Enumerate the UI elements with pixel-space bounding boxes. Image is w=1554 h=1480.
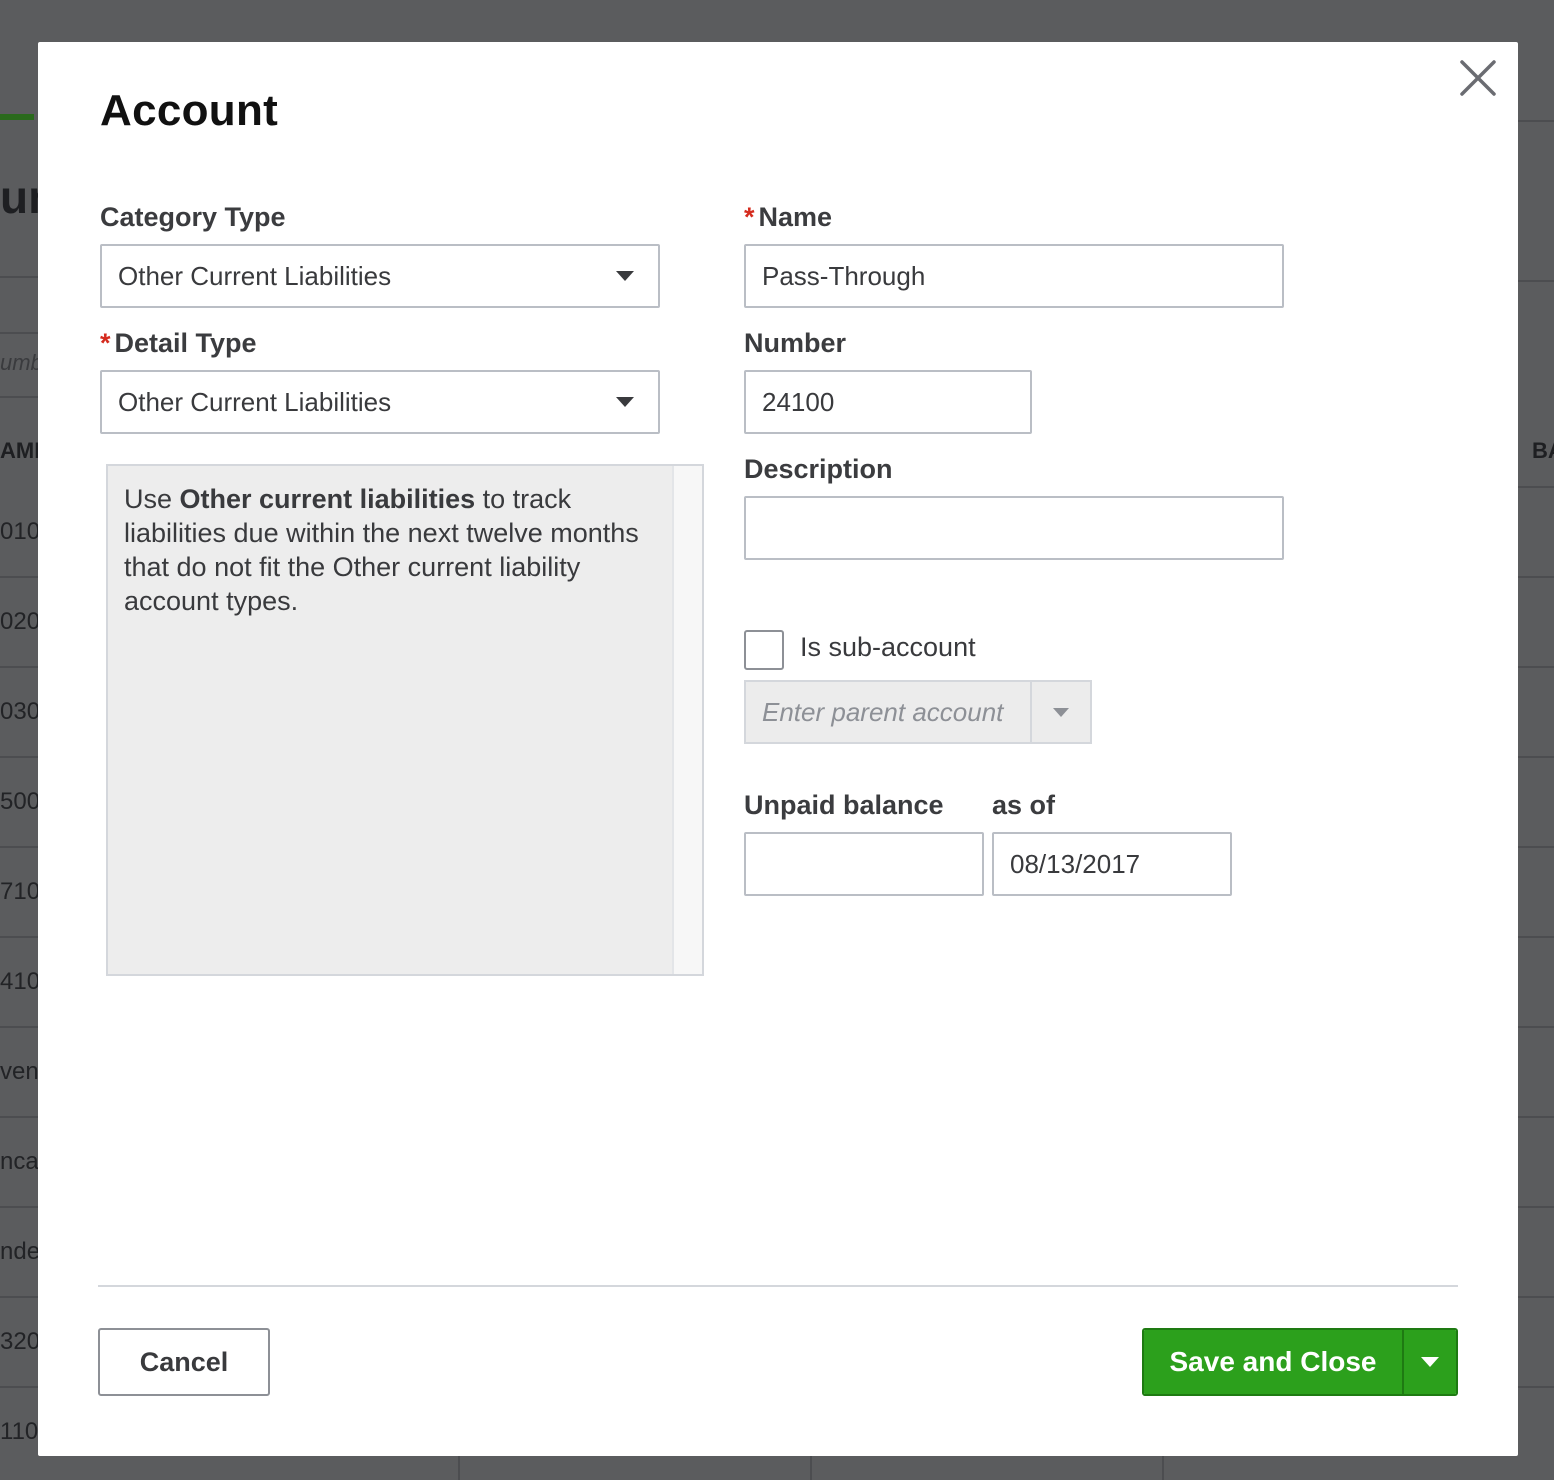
background-table-cell: 010 <box>0 518 38 545</box>
background-row-divider <box>1518 1026 1554 1028</box>
background-column-header-balance: BA <box>1532 438 1554 463</box>
as-of-date-input[interactable]: 08/13/2017 <box>992 832 1232 896</box>
sub-account-label: Is sub-account <box>800 632 976 662</box>
background-page-heading: un <box>0 171 38 223</box>
background-table-cell: nde <box>0 1238 38 1265</box>
number-input-value: 24100 <box>762 386 835 417</box>
unpaid-balance-input[interactable] <box>744 832 984 896</box>
account-dialog: Account Category Type Other Current Liab… <box>38 42 1518 1456</box>
background-table-cell: 320 <box>0 1328 38 1355</box>
number-input[interactable]: 24100 <box>744 370 1032 434</box>
required-asterisk: * <box>100 328 111 358</box>
parent-account-combobox[interactable]: Enter parent account <box>744 680 1092 744</box>
required-asterisk: * <box>744 202 755 232</box>
footer-divider <box>98 1285 1458 1287</box>
background-row-divider <box>1518 486 1554 488</box>
description-label: Description <box>744 454 893 484</box>
background-row-divider <box>0 1116 38 1118</box>
background-divider <box>1518 120 1554 122</box>
detail-type-label: * Detail Type <box>100 328 257 359</box>
background-row-divider <box>1518 666 1554 668</box>
close-icon <box>1460 60 1496 96</box>
background-row-divider <box>1518 846 1554 848</box>
background-row-divider <box>0 756 38 758</box>
unpaid-balance-label: Unpaid balance <box>744 790 944 820</box>
background-row-divider <box>0 1026 38 1028</box>
background-divider <box>0 276 38 278</box>
background-row-divider <box>1518 936 1554 938</box>
name-label-text: Name <box>758 202 833 232</box>
background-column-divider <box>1162 1456 1164 1480</box>
background-search-placeholder: umb <box>0 350 38 375</box>
category-type-value: Other Current Liabilities <box>118 260 392 291</box>
sub-account-checkbox[interactable] <box>744 630 784 670</box>
help-text-prefix: Use <box>124 484 180 514</box>
background-table-cell: 030 <box>0 698 38 725</box>
number-label: Number <box>744 328 847 358</box>
category-type-label: Category Type <box>100 202 286 232</box>
background-active-tab-indicator <box>0 114 34 120</box>
background-row-divider <box>1518 756 1554 758</box>
name-input-value: Pass-Through <box>762 260 926 291</box>
background-row-divider <box>1518 1116 1554 1118</box>
background-row-divider <box>0 1386 38 1388</box>
cancel-button[interactable]: Cancel <box>98 1328 270 1396</box>
background-row-divider <box>1518 1386 1554 1388</box>
background-row-divider <box>0 576 38 578</box>
background-divider <box>0 396 38 398</box>
background-table-cell: ven <box>0 1058 38 1085</box>
save-options-dropdown-button[interactable] <box>1402 1330 1456 1394</box>
background-row-divider <box>0 1296 38 1298</box>
as-of-label: as of <box>992 790 1056 820</box>
detail-type-description: Use Other current liabilities to track l… <box>124 482 664 618</box>
description-input[interactable] <box>744 496 1284 560</box>
scrollbar[interactable] <box>672 466 702 974</box>
background-row-divider <box>1518 1206 1554 1208</box>
background-row-divider <box>1518 576 1554 578</box>
name-input[interactable]: Pass-Through <box>744 244 1284 308</box>
save-button-group: Save and Close <box>1142 1328 1458 1396</box>
name-label: * Name <box>744 202 832 233</box>
background-row-divider <box>0 936 38 938</box>
parent-account-input[interactable]: Enter parent account <box>746 682 1030 742</box>
background-table-cell: 710 <box>0 878 38 905</box>
chevron-down-icon <box>616 271 634 281</box>
background-table-cell: ncat <box>0 1148 38 1175</box>
dialog-title: Account <box>100 86 279 135</box>
background-row-divider <box>1518 1296 1554 1298</box>
background-table-cell: 410 <box>0 968 38 995</box>
detail-type-select[interactable]: Other Current Liabilities <box>100 370 660 434</box>
background-column-divider <box>810 1456 812 1480</box>
close-button[interactable] <box>1458 58 1498 98</box>
detail-type-label-text: Detail Type <box>114 328 257 358</box>
help-text-bold: Other current liabilities <box>179 484 476 514</box>
background-table-cell: 110 <box>0 1418 38 1445</box>
background-table-cell: 020 <box>0 608 38 635</box>
chevron-down-icon <box>1421 1357 1439 1367</box>
detail-type-value: Other Current Liabilities <box>118 386 392 417</box>
background-divider <box>0 332 38 334</box>
category-type-select[interactable]: Other Current Liabilities <box>100 244 660 308</box>
chevron-down-icon <box>1053 707 1069 717</box>
detail-type-description-panel: Use Other current liabilities to track l… <box>106 464 704 976</box>
background-row-divider <box>0 1206 38 1208</box>
background-column-divider <box>458 1456 460 1480</box>
as-of-date-value: 08/13/2017 <box>1010 848 1141 879</box>
background-column-header-name: AMI <box>0 438 38 463</box>
background-row-divider <box>0 846 38 848</box>
chevron-down-icon <box>616 397 634 407</box>
background-divider <box>1518 280 1554 282</box>
background-row-divider <box>0 666 38 668</box>
parent-account-dropdown-button[interactable] <box>1030 682 1090 742</box>
background-table-cell: 500 <box>0 788 38 815</box>
save-and-close-button[interactable]: Save and Close <box>1144 1330 1402 1394</box>
